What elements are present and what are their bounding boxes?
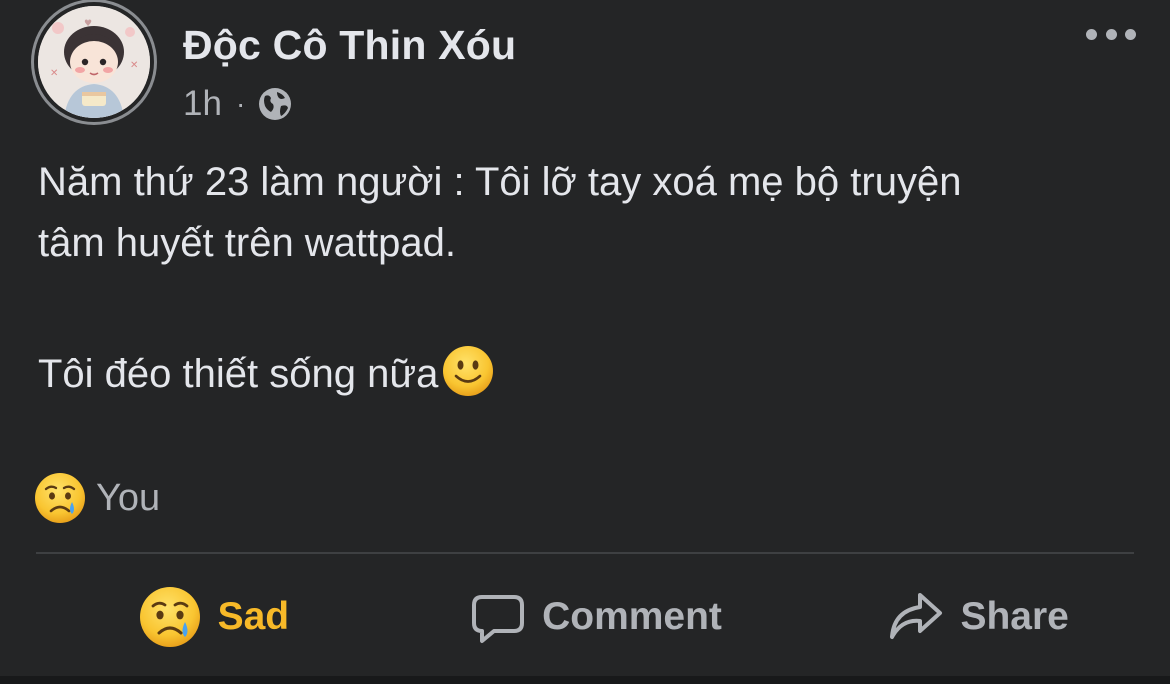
post-text-line: tâm huyết trên wattpad. xyxy=(38,221,457,265)
sad-reaction-button[interactable]: Sad xyxy=(0,572,405,662)
post-text-last-line: Tôi đéo thiết sống nữa xyxy=(38,344,1138,405)
post-text-line: Tôi đéo thiết sống nữa xyxy=(38,352,439,396)
more-dot xyxy=(1105,28,1117,40)
sad-reaction-label: Sad xyxy=(217,595,290,638)
more-dot xyxy=(1125,28,1136,40)
post-body: Năm thứ 23 làm người : Tôi lỡ tay xoá mẹ… xyxy=(38,152,1138,405)
bottom-edge xyxy=(0,676,1170,684)
more-options-button[interactable] xyxy=(1086,22,1136,46)
comment-label: Comment xyxy=(542,595,722,638)
divider xyxy=(36,552,1134,554)
post-card: ✕ ✕ ♥ Độc Cô Thin Xóu 1h · Năm thứ 23 là… xyxy=(0,0,1170,684)
share-button[interactable]: Share xyxy=(787,572,1170,662)
post-meta: 1h · xyxy=(183,84,293,124)
comment-button[interactable]: Comment xyxy=(405,572,788,662)
post-text-line: Năm thứ 23 làm người : Tôi lỡ tay xoá mẹ… xyxy=(38,160,962,204)
comment-icon xyxy=(472,595,525,643)
meta-separator: · xyxy=(235,88,246,119)
svg-text:✕: ✕ xyxy=(50,68,58,79)
reaction-summary-text: You xyxy=(96,476,161,519)
more-dot xyxy=(1086,28,1097,40)
sad-reaction-icon xyxy=(35,473,85,523)
svg-text:✕: ✕ xyxy=(130,60,138,71)
slightly-smiling-face-icon xyxy=(443,346,494,396)
action-bar: Sad Comment Share xyxy=(0,572,1170,662)
post-time[interactable]: 1h xyxy=(183,84,222,124)
reaction-summary[interactable]: You xyxy=(34,470,160,526)
share-icon xyxy=(890,593,943,639)
author-avatar[interactable]: ✕ ✕ ♥ xyxy=(38,6,150,118)
sad-reaction-icon xyxy=(139,587,200,647)
share-label: Share xyxy=(960,595,1069,638)
globe-icon[interactable] xyxy=(257,86,293,122)
svg-text:♥: ♥ xyxy=(84,19,92,29)
author-name[interactable]: Độc Cô Thin Xóu xyxy=(183,22,516,69)
avatar-illustration: ✕ ✕ ♥ xyxy=(38,6,150,118)
